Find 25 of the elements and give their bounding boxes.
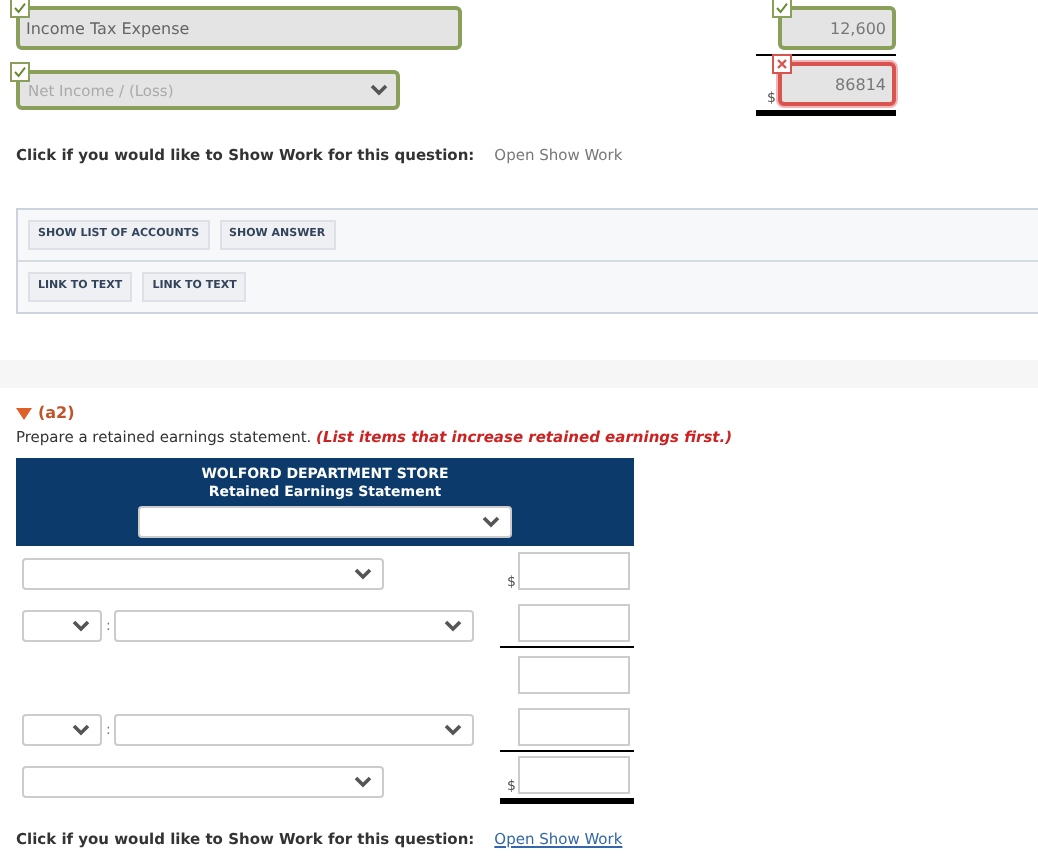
- account-dropdown[interactable]: [22, 765, 384, 797]
- adjustment-dropdown[interactable]: [22, 713, 102, 745]
- adjustment-dropdown[interactable]: [22, 609, 102, 641]
- amount-input[interactable]: [518, 656, 630, 694]
- chevron-down-icon: [444, 723, 463, 735]
- collapse-triangle-icon[interactable]: [16, 407, 32, 419]
- chevron-down-icon: [354, 775, 372, 787]
- chevron-down-icon: [482, 516, 500, 528]
- amount-input[interactable]: [518, 604, 630, 642]
- section-label: (a2): [38, 404, 75, 422]
- account-dropdown[interactable]: [114, 713, 475, 745]
- account-dropdown[interactable]: [114, 609, 475, 641]
- amount-field[interactable]: 86814: [778, 62, 896, 106]
- account-dropdown[interactable]: [22, 557, 384, 589]
- amount-input[interactable]: [518, 708, 630, 746]
- account-field[interactable]: Income Tax Expense: [16, 6, 462, 50]
- chevron-down-icon: [72, 619, 90, 631]
- amount-input[interactable]: [518, 552, 630, 590]
- chevron-down-icon: [354, 567, 372, 579]
- amount-field[interactable]: 12,600: [778, 6, 896, 50]
- chevron-down-icon: [72, 723, 90, 735]
- amount-input[interactable]: [518, 756, 630, 794]
- chevron-down-icon: [370, 84, 388, 96]
- date-dropdown[interactable]: [138, 506, 512, 538]
- chevron-down-icon: [444, 619, 463, 631]
